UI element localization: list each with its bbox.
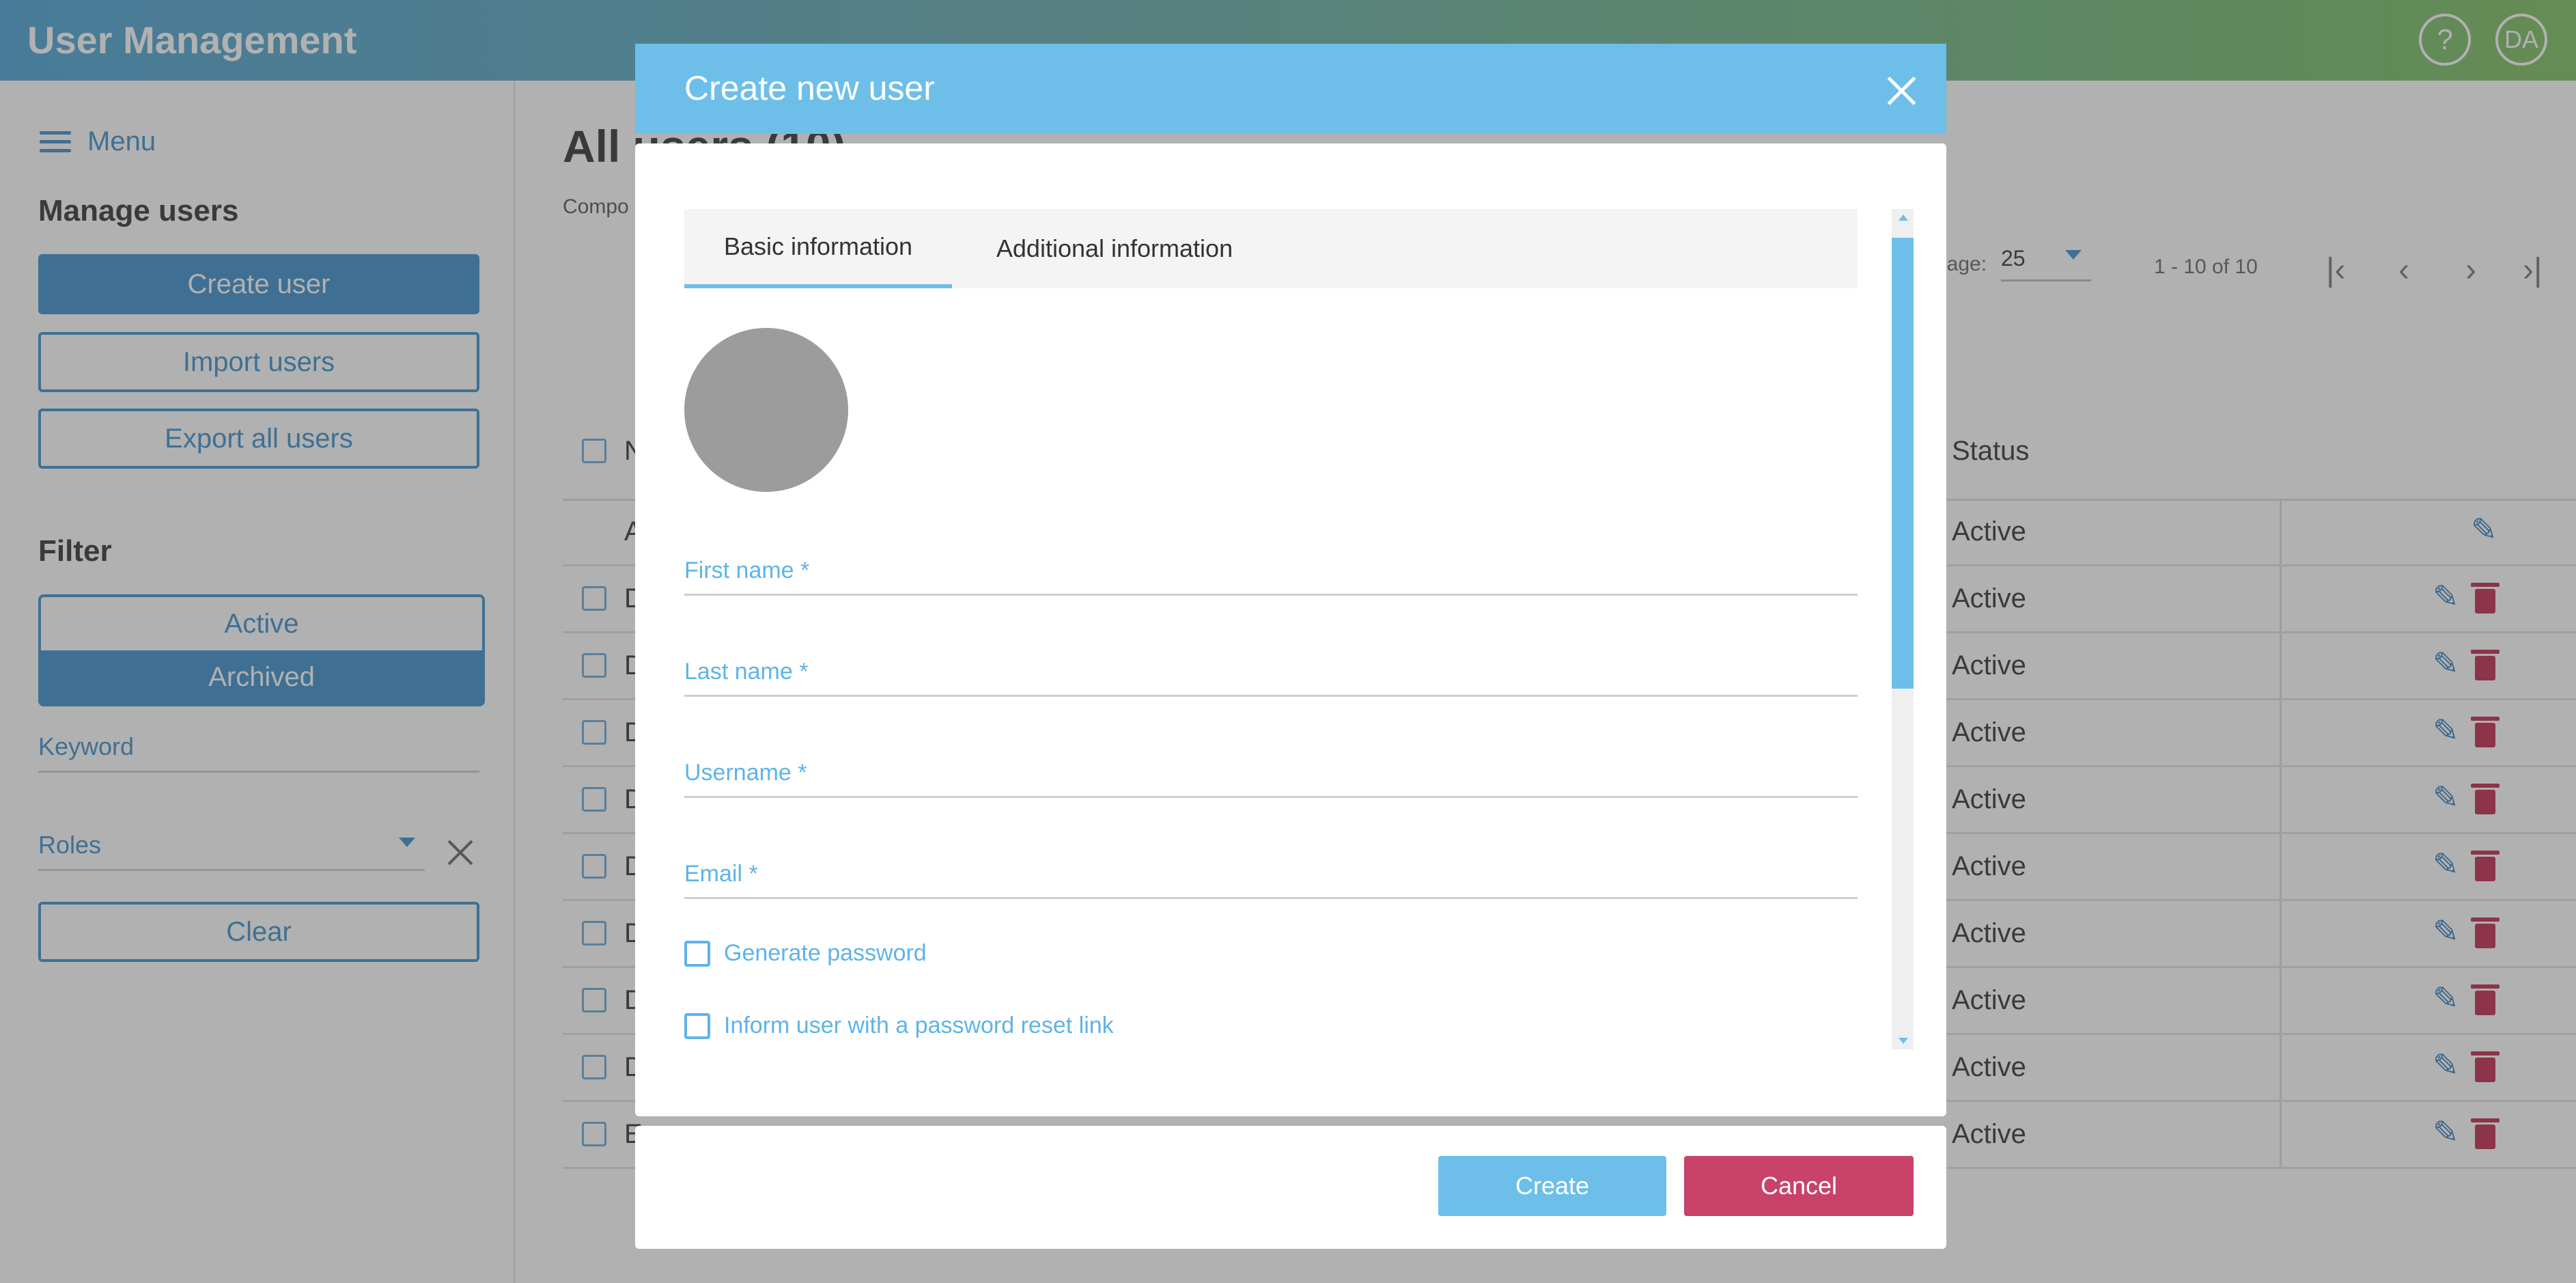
modal-body: Basic information Additional information… — [635, 143, 1946, 1116]
inform-user-label: Inform user with a password reset link — [724, 1012, 1114, 1038]
tab-basic-information[interactable]: Basic information — [684, 209, 952, 288]
modal-scrollbar[interactable] — [1892, 209, 1914, 1049]
app: User Management ? DA Menu Manage users C… — [0, 0, 2576, 1283]
cancel-button[interactable]: Cancel — [1684, 1156, 1914, 1216]
scroll-up-icon[interactable] — [1899, 215, 1908, 221]
modal-tabs: Basic information Additional information — [684, 209, 1858, 288]
tab-additional-information[interactable]: Additional information — [952, 209, 1277, 288]
checkbox-box — [684, 940, 710, 967]
generate-password-checkbox[interactable]: Generate password — [684, 940, 927, 967]
create-button[interactable]: Create — [1438, 1156, 1666, 1216]
modal-footer: Create Cancel — [635, 1126, 1946, 1249]
close-icon[interactable] — [1885, 74, 1918, 107]
email-field[interactable]: Email * — [684, 861, 1858, 899]
username-field[interactable]: Username * — [684, 760, 1858, 798]
scroll-down-icon[interactable] — [1899, 1038, 1908, 1044]
last-name-field[interactable]: Last name * — [684, 659, 1858, 697]
inform-user-checkbox[interactable]: Inform user with a password reset link — [684, 1012, 1114, 1039]
checkbox-box — [684, 1012, 710, 1039]
generate-password-label: Generate password — [724, 940, 927, 966]
scrollbar-thumb[interactable] — [1892, 238, 1914, 689]
modal-header: Create new user — [635, 44, 1946, 134]
first-name-field[interactable]: First name * — [684, 557, 1858, 596]
user-avatar-placeholder[interactable] — [684, 328, 848, 492]
modal-title: Create new user — [684, 69, 935, 107]
